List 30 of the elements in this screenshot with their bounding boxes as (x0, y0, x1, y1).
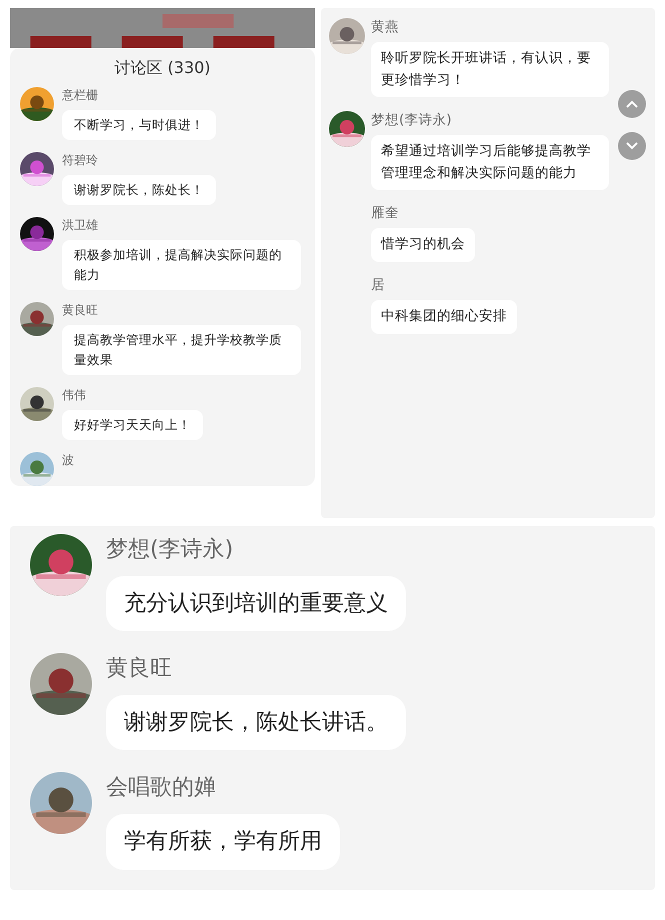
user-name: 波 (62, 452, 74, 469)
comment-bubble: 不断学习，与时俱进！ (62, 110, 216, 140)
user-name: 黄良旺 (106, 655, 172, 684)
user-name: 符碧玲 (62, 152, 98, 169)
user-name: 伟伟 (62, 387, 86, 404)
comment-bubble: 聆听罗院长开班讲话，有认识，要更珍惜学习！ (371, 42, 609, 98)
user-name: 梦想(李诗永) (106, 536, 234, 564)
comment-bubble: 谢谢罗院长，陈处长讲话。 (106, 695, 406, 750)
user-name: 会唱歌的婵 (106, 774, 216, 802)
scroll-down-button[interactable] (618, 132, 646, 160)
comment-bubble: 学有所获，学有所用 (106, 814, 340, 870)
comment-bubble: 谢谢罗院长，陈处长！ (62, 175, 216, 205)
panel-title: 讨论区 (330) (113, 57, 212, 79)
user-name: 梦想(李诗永) (371, 111, 452, 130)
comment-bubble: 好好学习天天向上！ (62, 410, 203, 440)
comment-bubble: 中科集团的细心安排 (371, 300, 517, 334)
user-name: 洪卫雄 (62, 217, 98, 234)
comment-bubble: 充分认识到培训的重要意义 (106, 576, 406, 632)
chevron-down-icon (626, 142, 638, 150)
chevron-up-icon (626, 100, 638, 108)
scroll-up-button[interactable] (618, 90, 646, 118)
user-name: 居 (371, 276, 385, 294)
user-name: 黄良旺 (62, 302, 98, 319)
user-name: 雁奎 (371, 204, 399, 222)
comment-bubble: 积极参加培训，提高解决实际问题的能力 (62, 240, 301, 290)
user-name: 意栏栅 (62, 87, 98, 104)
comment-bubble: 希望通过培训学习后能够提高教学管理理念和解决实际问题的能力 (371, 135, 609, 190)
comment-bubble: 惜学习的机会 (371, 228, 475, 262)
user-name: 黄燕 (371, 18, 399, 36)
comment-bubble: 提高教学管理水平，提升学校教学质量效果 (62, 325, 301, 375)
